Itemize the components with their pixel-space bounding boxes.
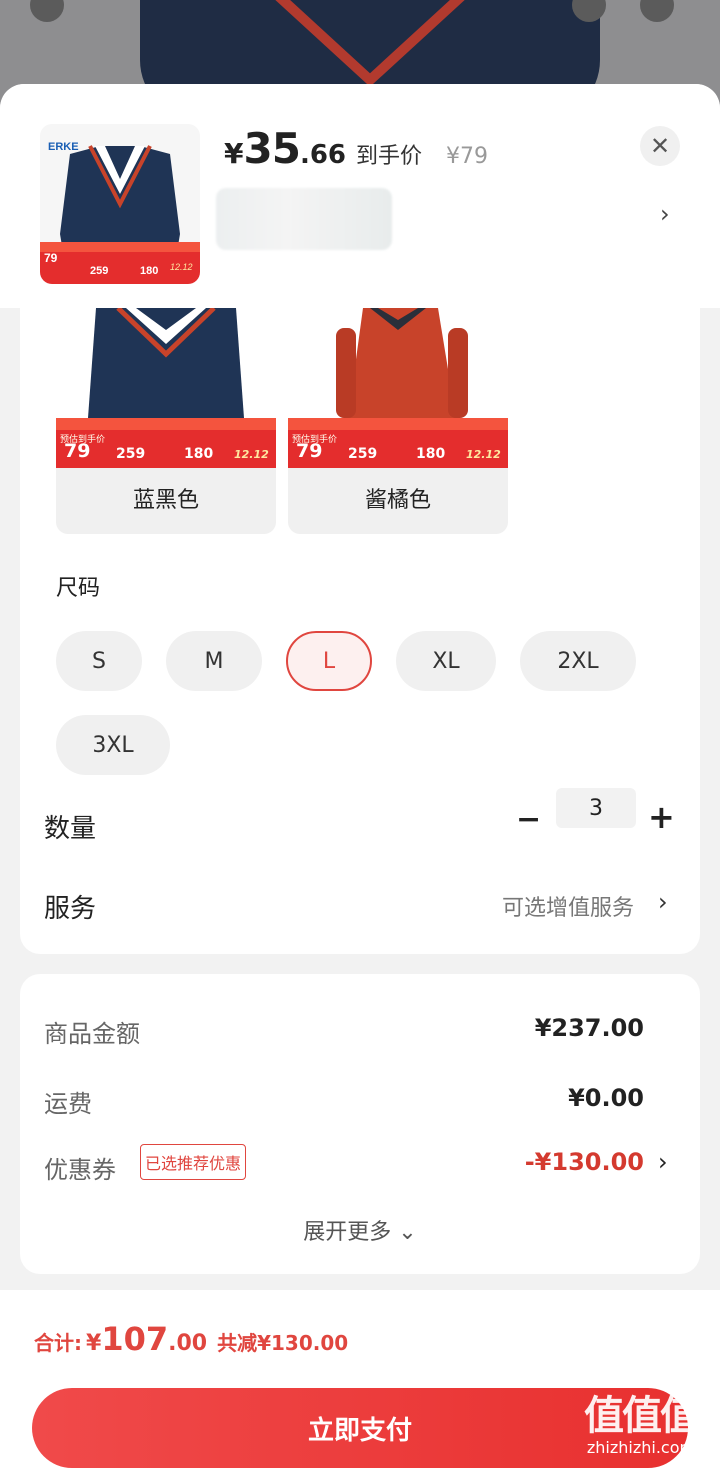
promo-banner: 预估到手价 79 259 180 12.12 (288, 430, 508, 468)
size-option-2xl[interactable]: 2XL (520, 631, 636, 691)
thumbnail-sweater-image: ERKE 79 259 180 12.12 (40, 141, 200, 284)
color-name: 酱橘色 (364, 488, 431, 513)
product-thumbnail[interactable]: ERKE 79 259 180 12.12 (40, 124, 200, 284)
price-integer: 35 (243, 124, 300, 173)
price-symbol: ¥ (224, 137, 244, 170)
checkout-footer: 合计: ¥ 107 .00 共减¥130.00 立即支付 值值值 zhizhiz… (0, 1290, 720, 1476)
quantity-minus-button[interactable]: − (516, 802, 541, 837)
size-option-xl[interactable]: XL (396, 631, 496, 691)
service-label: 服务 (44, 894, 97, 924)
svg-text:259: 259 (90, 265, 108, 277)
original-price: ¥79 (446, 144, 489, 169)
total-price: 合计: ¥ 107 .00 共减¥130.00 (34, 1320, 348, 1358)
svg-text:79: 79 (44, 251, 58, 265)
sku-selector-sheet: ERKE 79 259 180 12.12 ¥ 35 .66 到手价 ¥79 ✕… (0, 84, 720, 1476)
size-section-title: 尺码 (56, 576, 101, 601)
total-symbol: ¥ (86, 1331, 102, 1356)
coupon-value[interactable]: -¥130.00 (525, 1148, 644, 1176)
price-decimal: .66 (299, 140, 346, 170)
svg-text:12.12: 12.12 (170, 262, 193, 272)
quantity-input[interactable]: 3 (556, 788, 636, 828)
price-detail-panel: 商品金额 ¥237.00 运费 ¥0.00 优惠券 已选推荐优惠 -¥130.0… (20, 974, 700, 1274)
size-option-s[interactable]: S (56, 631, 142, 691)
color-name: 蓝黑色 (132, 488, 199, 513)
total-decimal: .00 (168, 1331, 208, 1356)
close-icon: ✕ (649, 132, 671, 160)
background-vneck-stripe (275, 0, 465, 87)
chevron-right-icon[interactable]: › (658, 888, 668, 916)
size-option-l-selected[interactable]: L (286, 631, 372, 691)
chevron-right-icon[interactable]: › (658, 1148, 668, 1176)
brand-logo: ERKE (48, 141, 79, 153)
sheet-header: ERKE 79 259 180 12.12 ¥ 35 .66 到手价 ¥79 ✕… (0, 84, 720, 308)
options-panel: 预估到手价 79 259 180 12.12 蓝黑色 预估到手价 79 259 … (20, 308, 700, 954)
color-image-orange: 预估到手价 79 259 180 12.12 (288, 308, 508, 468)
close-button[interactable]: ✕ (640, 126, 680, 166)
blurred-info (216, 188, 392, 250)
background-back-button (30, 0, 64, 22)
total-label: 合计: (34, 1331, 82, 1355)
coupon-label: 优惠券 (44, 1156, 116, 1184)
size-option-3xl[interactable]: 3XL (56, 715, 170, 775)
svg-text:180: 180 (140, 265, 158, 277)
goods-amount-label: 商品金额 (44, 1020, 140, 1048)
coupon-badge: 已选推荐优惠 (140, 1144, 247, 1180)
quantity-label: 数量 (44, 814, 97, 844)
color-option-navy[interactable]: 预估到手价 79 259 180 12.12 蓝黑色 (56, 308, 276, 534)
site-watermark: 值值值 zhizhizhi.com (584, 1393, 700, 1457)
background-more-button (640, 0, 674, 22)
price-label: 到手价 (356, 144, 423, 169)
color-image-navy: 预估到手价 79 259 180 12.12 (56, 308, 276, 468)
promo-banner: 预估到手价 79 259 180 12.12 (56, 430, 276, 468)
quantity-plus-button[interactable]: + (648, 798, 675, 836)
total-saved: 共减¥130.00 (217, 1331, 349, 1355)
total-integer: 107 (101, 1320, 169, 1358)
expand-more-button[interactable]: 展开更多 ⌄ (20, 1214, 700, 1246)
shipping-value: ¥0.00 (568, 1084, 644, 1112)
service-value[interactable]: 可选增值服务 (502, 890, 634, 922)
size-option-m[interactable]: M (166, 631, 262, 691)
color-option-orange[interactable]: 预估到手价 79 259 180 12.12 酱橘色 (288, 308, 508, 534)
price-row: ¥ 35 .66 到手价 ¥79 (224, 124, 488, 173)
chevron-right-icon[interactable]: › (660, 200, 670, 228)
goods-amount-value: ¥237.00 (534, 1014, 644, 1042)
shipping-label: 运费 (44, 1090, 92, 1118)
